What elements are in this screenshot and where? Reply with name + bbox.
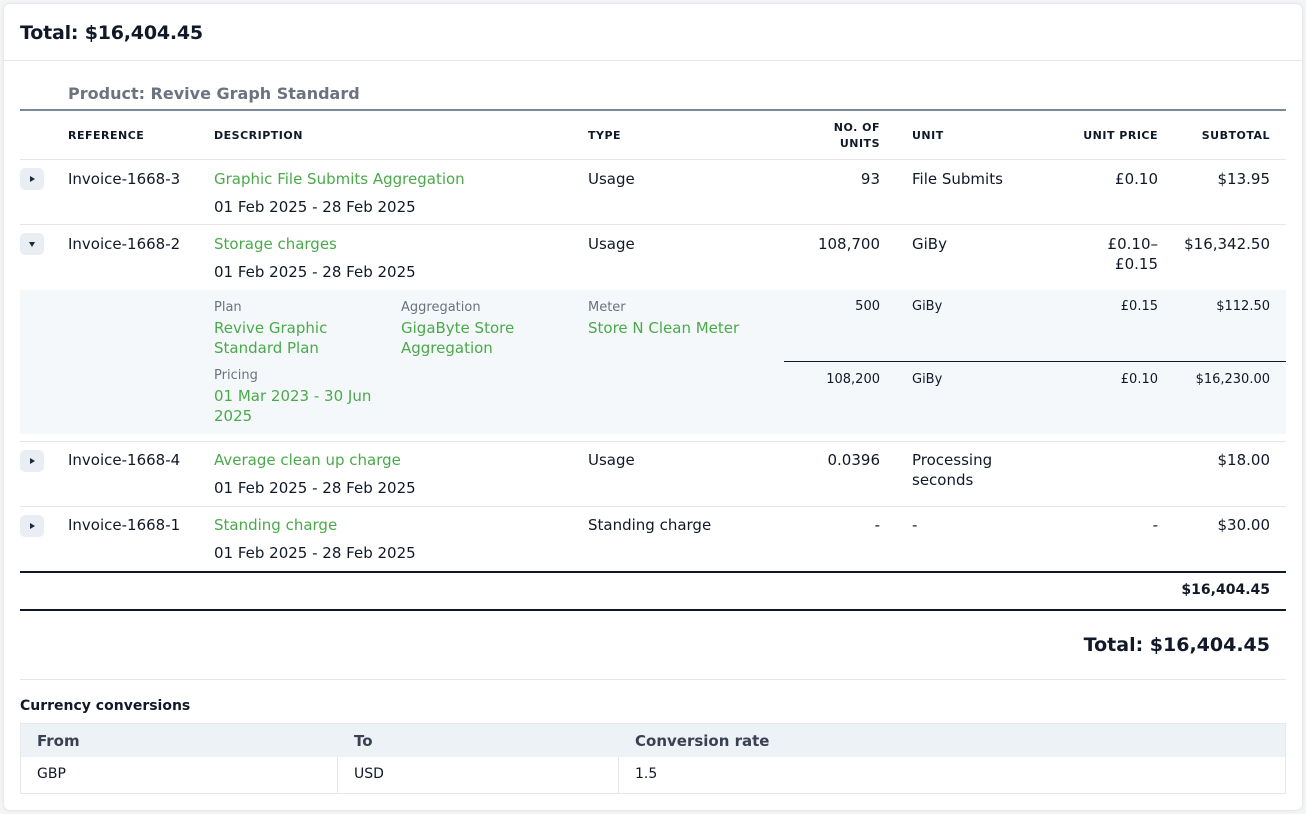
col-header-units-line2: UNITS	[839, 137, 880, 150]
row-divider	[20, 159, 1286, 160]
row-period: 01 Feb 2025 - 28 Feb 2025	[214, 479, 416, 497]
row-reference: Invoice-1668-4	[68, 451, 181, 469]
row-reference: Invoice-1668-3	[68, 170, 181, 188]
row-unit-price-line2: £0.15	[1115, 255, 1158, 273]
aggregation-link[interactable]: GigaByte Store Aggregation	[401, 318, 514, 358]
table-row: GBP USD 1.5	[21, 757, 1285, 793]
row-unit: Processing seconds	[912, 450, 992, 490]
row-reference: Invoice-1668-1	[68, 516, 181, 534]
row-units: 0.0396	[827, 451, 881, 469]
row-unit: File Submits	[912, 170, 1003, 188]
plan-line1: Revive Graphic	[214, 319, 328, 337]
invoice-card: Total: $16,404.45 Product: Revive Graph …	[4, 4, 1302, 810]
row-type: Usage	[588, 451, 635, 469]
row-description-link[interactable]: Storage charges	[214, 234, 337, 254]
col-header-units: NO. OF UNITS	[780, 120, 880, 152]
col-header-type: TYPE	[588, 129, 622, 142]
row-description-link[interactable]: Average clean up charge	[214, 450, 401, 470]
row-type: Usage	[588, 235, 635, 253]
currency-conversions-table: From To Conversion rate GBP USD 1.5	[20, 723, 1286, 794]
row-unit-price-line1: £0.10–	[1107, 235, 1158, 253]
currency-header-rate: Conversion rate	[635, 732, 770, 750]
expand-row-button[interactable]	[20, 168, 44, 190]
row-subtotal: $16,342.50	[1184, 235, 1270, 253]
table-sum: $16,404.45	[1181, 582, 1270, 598]
meter-link[interactable]: Store N Clean Meter	[588, 318, 739, 338]
pricing-line2: 2025	[214, 407, 253, 425]
aggregation-line1: GigaByte Store	[401, 319, 515, 337]
caret-right-icon	[29, 458, 35, 464]
currency-table-header: From To Conversion rate	[21, 724, 1285, 757]
row-unit: GiBy	[912, 235, 947, 253]
row-unit-line2: seconds	[912, 471, 974, 489]
tier-units: 500	[855, 299, 880, 314]
row-type: Usage	[588, 170, 635, 188]
col-header-subtotal: SUBTOTAL	[1201, 129, 1270, 142]
row-unit: -	[912, 516, 918, 534]
row-reference: Invoice-1668-2	[68, 235, 181, 253]
plan-line2: Standard Plan	[214, 339, 319, 357]
col-header-description: DESCRIPTION	[214, 129, 303, 142]
sum-top-divider	[20, 571, 1286, 573]
row-units: -	[874, 516, 880, 534]
grand-total: Total: $16,404.45	[1083, 634, 1270, 656]
tier-divider	[784, 361, 1286, 362]
row-units: 108,700	[817, 235, 880, 253]
currency-rate: 1.5	[635, 766, 658, 782]
col-header-unit-price: UNIT PRICE	[1083, 129, 1158, 142]
tier-unit-price: £0.10	[1120, 372, 1158, 387]
header-total: Total: $16,404.45	[20, 22, 203, 44]
caret-down-icon	[29, 241, 35, 247]
row-subtotal: $30.00	[1217, 516, 1271, 534]
row-unit-price: £0.10	[1115, 170, 1158, 188]
row-period: 01 Feb 2025 - 28 Feb 2025	[214, 263, 416, 281]
row-units: 93	[860, 170, 880, 188]
currency-to: USD	[338, 757, 619, 793]
row-divider	[20, 441, 1286, 442]
tier-units: 108,200	[826, 372, 880, 387]
row-divider	[20, 506, 1286, 507]
row-description-link[interactable]: Graphic File Submits Aggregation	[214, 169, 465, 189]
row-unit-price: £0.10– £0.15	[1038, 234, 1158, 274]
tier-subtotal: $16,230.00	[1195, 372, 1270, 387]
aggregation-label: Aggregation	[401, 300, 481, 315]
row-unit-price: -	[1152, 516, 1158, 534]
row-subtotal: $13.95	[1217, 170, 1271, 188]
product-divider	[20, 109, 1286, 111]
col-header-reference: REFERENCE	[68, 129, 145, 142]
pricing-link[interactable]: 01 Mar 2023 - 30 Jun 2025	[214, 386, 371, 426]
row-subtotal: $18.00	[1217, 451, 1271, 469]
pricing-label: Pricing	[214, 368, 258, 383]
aggregation-line2: Aggregation	[401, 339, 493, 357]
meter-label: Meter	[588, 300, 626, 315]
tier-unit: GiBy	[912, 299, 943, 314]
caret-right-icon	[29, 176, 35, 182]
tier-unit: GiBy	[912, 372, 943, 387]
currency-conversions-title: Currency conversions	[20, 698, 191, 714]
row-type: Standing charge	[588, 516, 712, 534]
currency-header-from: From	[37, 732, 80, 750]
row-period: 01 Feb 2025 - 28 Feb 2025	[214, 198, 416, 216]
row-unit-line1: Processing	[912, 451, 993, 469]
tier-subtotal: $112.50	[1216, 299, 1270, 314]
sum-bottom-divider	[20, 609, 1286, 611]
expand-row-button[interactable]	[20, 450, 44, 472]
collapse-row-button[interactable]	[20, 233, 44, 255]
col-header-unit: UNIT	[912, 129, 944, 142]
pricing-line1: 01 Mar 2023 - 30 Jun	[214, 387, 372, 405]
currency-from: GBP	[21, 757, 338, 793]
currency-header-to: To	[354, 732, 373, 750]
caret-right-icon	[29, 523, 35, 529]
row-description-link[interactable]: Standing charge	[214, 515, 337, 535]
total-divider	[20, 679, 1286, 680]
expand-row-button[interactable]	[20, 515, 44, 537]
header-divider	[4, 60, 1302, 61]
col-header-units-line1: NO. OF	[833, 121, 880, 134]
row-divider	[20, 224, 1286, 225]
plan-label: Plan	[214, 300, 242, 315]
row-period: 01 Feb 2025 - 28 Feb 2025	[214, 544, 416, 562]
plan-link[interactable]: Revive Graphic Standard Plan	[214, 318, 327, 358]
tier-unit-price: £0.15	[1120, 299, 1158, 314]
product-title: Product: Revive Graph Standard	[68, 84, 360, 103]
